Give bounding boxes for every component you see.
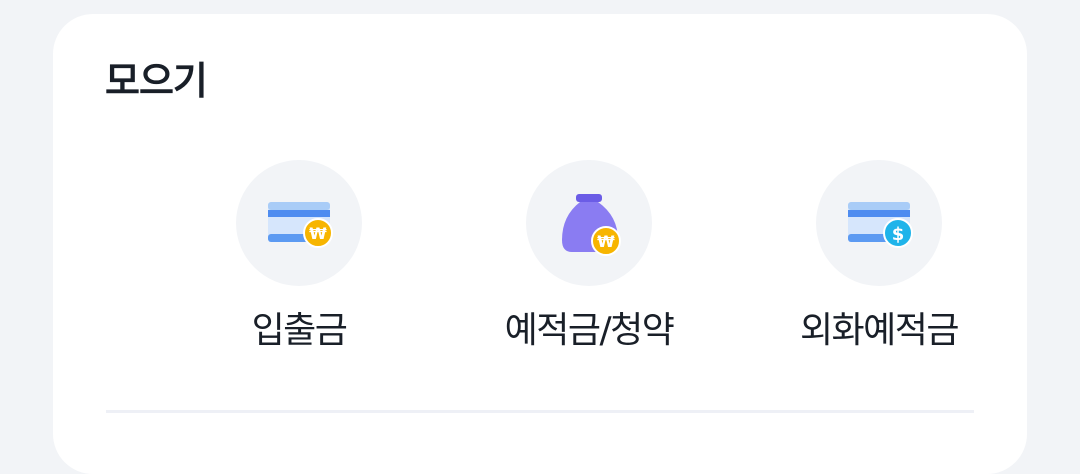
icon-circle: ₩ <box>236 160 362 286</box>
menu-item-deposit-withdrawal[interactable]: ₩ 입출금 <box>179 160 419 360</box>
menu-item-savings-subscription[interactable]: ₩ 예적금/청약 <box>469 160 709 360</box>
menu-item-foreign-currency-savings[interactable]: $ 외화예적금 <box>759 160 999 360</box>
svg-text:₩: ₩ <box>309 224 327 243</box>
section-title: 모으기 <box>105 59 208 103</box>
card-dollar-icon: $ <box>848 202 913 248</box>
savings-section-card: 모으기 ₩ 입출금 ₩ 예적금/청약 $ 외화예적금 <box>53 14 1027 474</box>
icon-circle: $ <box>816 160 942 286</box>
money-bag-won-icon: ₩ <box>562 194 621 256</box>
menu-item-label: 외화예적금 <box>799 310 960 351</box>
menu-item-label: 예적금/청약 <box>504 310 675 351</box>
menu-item-label: 입출금 <box>251 310 348 351</box>
svg-text:₩: ₩ <box>597 232 615 251</box>
section-divider <box>106 410 974 413</box>
card-won-icon: ₩ <box>268 202 333 248</box>
icon-circle: ₩ <box>526 160 652 286</box>
svg-text:$: $ <box>892 224 905 245</box>
